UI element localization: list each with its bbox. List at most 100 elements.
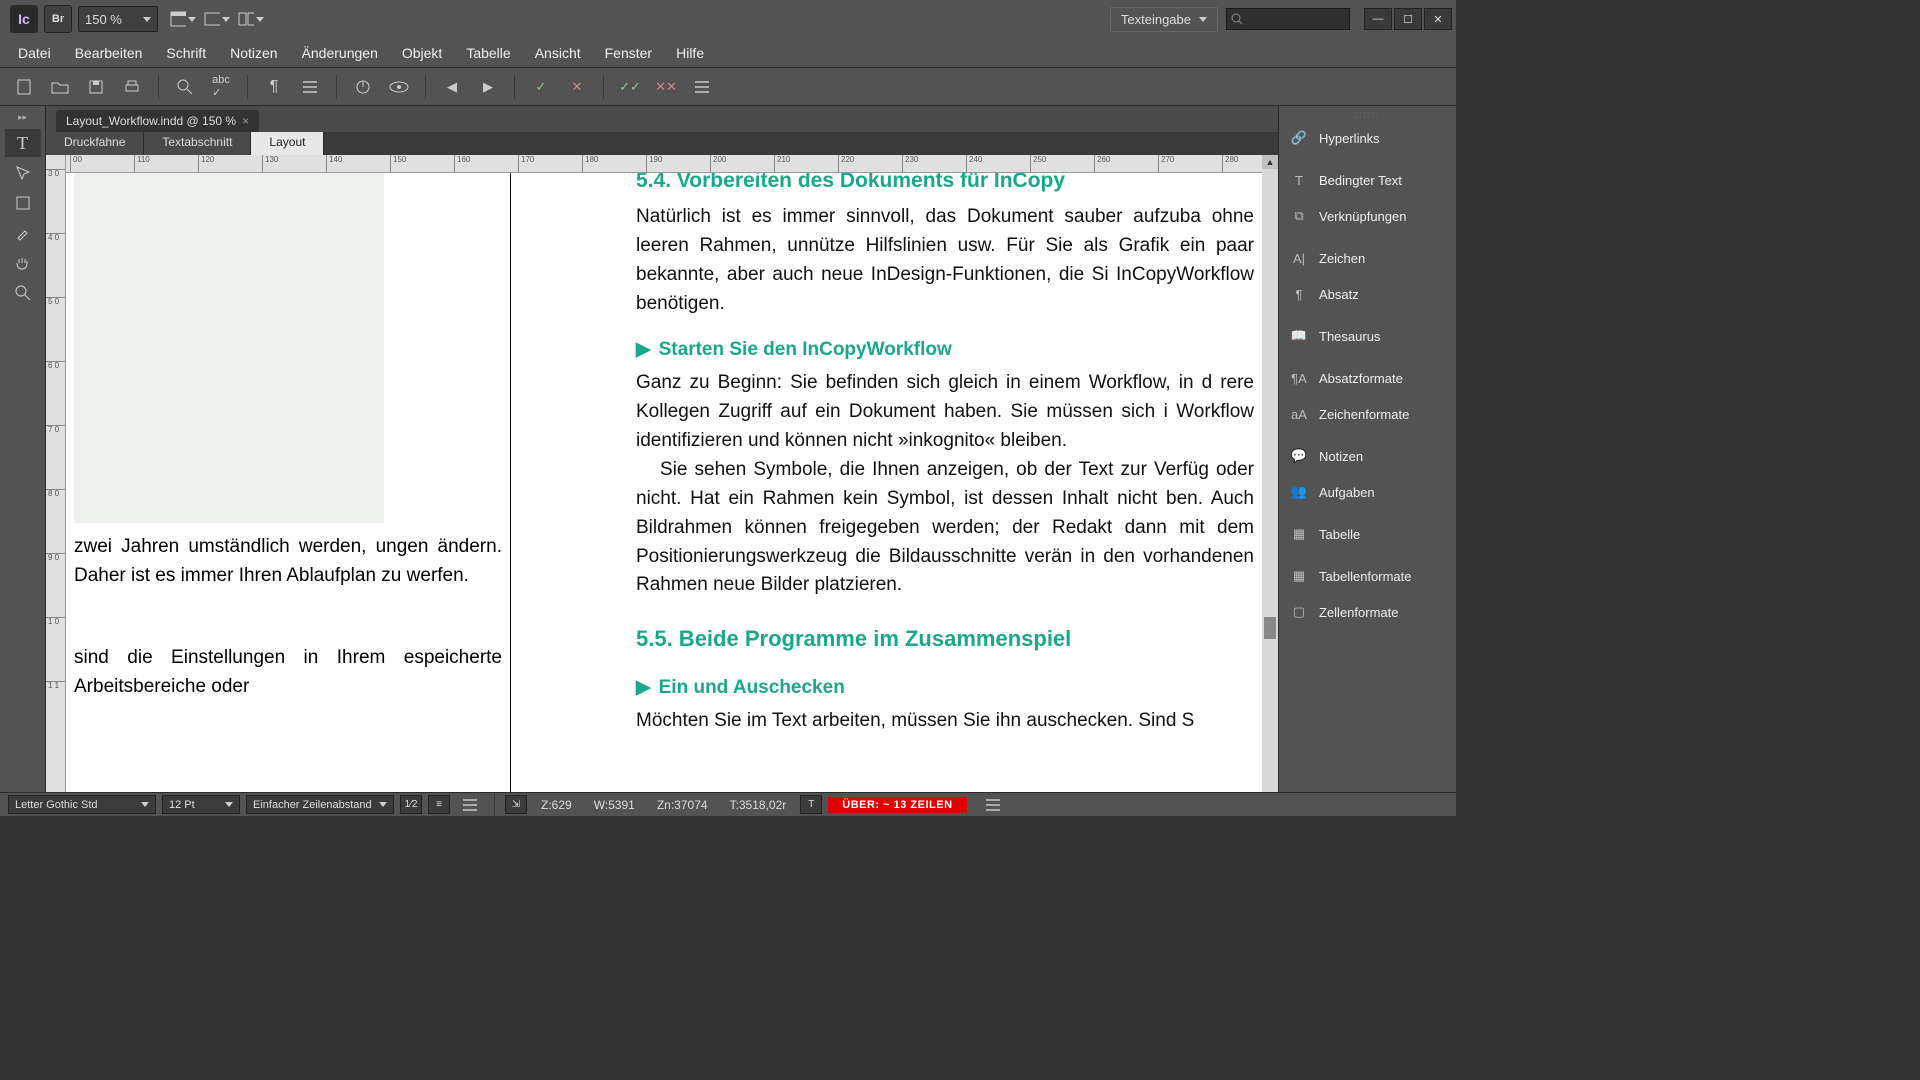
panel-character[interactable]: A|Zeichen — [1279, 240, 1456, 276]
vertical-scrollbar[interactable]: ▲ ▼ — [1262, 155, 1278, 816]
cellstyle-icon: ▢ — [1289, 604, 1309, 620]
panel-hyperlinks[interactable]: 🔗Hyperlinks — [1279, 120, 1456, 156]
panel-paragraph[interactable]: ¶Absatz — [1279, 276, 1456, 312]
image-placeholder — [74, 173, 384, 523]
next-icon[interactable]: ▶ — [474, 73, 502, 101]
font-dropdown[interactable]: Letter Gothic Std — [8, 795, 156, 814]
panel-notes[interactable]: 💬Notizen — [1279, 438, 1456, 474]
menu-hilfe[interactable]: Hilfe — [664, 39, 716, 67]
eyedropper-tool[interactable] — [5, 219, 41, 247]
menu-datei[interactable]: Datei — [6, 39, 63, 67]
view-tab-layout[interactable]: Layout — [251, 132, 324, 155]
body-text: Sie sehen Symbole, die Ihnen anzeigen, o… — [636, 456, 1254, 600]
collapse-handle[interactable]: ▸▸ — [18, 112, 27, 127]
find-icon[interactable] — [171, 73, 199, 101]
screen-mode-icon[interactable] — [204, 6, 230, 32]
menu-icon[interactable] — [688, 73, 716, 101]
menu-icon[interactable] — [979, 791, 1007, 819]
panel-table-styles[interactable]: ▦Tabellenformate — [1279, 558, 1456, 594]
minimize-button[interactable]: — — [1364, 8, 1392, 30]
new-icon[interactable] — [10, 73, 38, 101]
accept-icon[interactable]: ✓ — [527, 73, 555, 101]
search-input[interactable] — [1226, 8, 1350, 30]
panel-table[interactable]: ▦Tabelle — [1279, 516, 1456, 552]
menu-ansicht[interactable]: Ansicht — [523, 39, 593, 67]
pilcrow-icon[interactable]: ¶ — [260, 73, 288, 101]
cstyle-icon: aA — [1289, 406, 1309, 422]
body-text: Natürlich ist es immer sinnvoll, das Dok… — [636, 203, 1254, 319]
menu-icon[interactable] — [456, 791, 484, 819]
scroll-up-button[interactable]: ▲ — [1262, 155, 1278, 169]
menu-schrift[interactable]: Schrift — [154, 39, 218, 67]
chevron-down-icon — [1199, 17, 1207, 22]
menu-bearbeiten[interactable]: Bearbeiten — [63, 39, 155, 67]
prev-icon[interactable]: ◀ — [438, 73, 466, 101]
align-button[interactable]: ≡ — [428, 795, 450, 814]
status-zn: Zn:37074 — [649, 798, 716, 812]
panel-links[interactable]: ⧉Verknüpfungen — [1279, 198, 1456, 234]
menu-tabelle[interactable]: Tabelle — [454, 39, 522, 67]
position-tool[interactable] — [5, 159, 41, 187]
menu-notizen[interactable]: Notizen — [218, 39, 289, 67]
search-icon — [1231, 13, 1243, 25]
menu-aenderungen[interactable]: Änderungen — [290, 39, 390, 67]
body-text: zwei Jahren umständlich werden, ungen än… — [74, 533, 502, 590]
horizontal-ruler: 00 110 120 130 140 150 160 170 180 190 2… — [66, 155, 1262, 173]
save-icon[interactable] — [82, 73, 110, 101]
print-icon[interactable] — [118, 73, 146, 101]
control-strip: abc✓ ¶ ◀ ▶ ✓ ✕ ✓✓ ✕✕ — [0, 68, 1456, 106]
spellcheck-icon[interactable]: abc✓ — [207, 73, 235, 101]
pstyle-icon: ¶A — [1289, 370, 1309, 386]
app-logo: Ic — [10, 5, 38, 33]
zoom-value: 150 % — [85, 12, 122, 27]
menu-objekt[interactable]: Objekt — [390, 39, 454, 67]
close-icon[interactable]: × — [242, 114, 249, 128]
overset-warning: ÜBER: ~ 13 ZEILEN — [828, 797, 966, 813]
arrange-icon[interactable] — [238, 6, 264, 32]
tool-panel: ▸▸ T — [0, 106, 46, 816]
reject-all-icon[interactable]: ✕✕ — [652, 73, 680, 101]
view-tab-druckfahne[interactable]: Druckfahne — [46, 132, 144, 155]
eye-icon[interactable] — [385, 73, 413, 101]
dock-grip[interactable]: :::::: — [1279, 110, 1456, 120]
hand-tool[interactable] — [5, 249, 41, 277]
text-icon: T — [1289, 172, 1309, 188]
power-icon[interactable] — [349, 73, 377, 101]
panel-assignments[interactable]: 👥Aufgaben — [1279, 474, 1456, 510]
page-canvas[interactable]: zwei Jahren umständlich werden, ungen än… — [66, 173, 1262, 796]
zoom-tool[interactable] — [5, 279, 41, 307]
panel-character-styles[interactable]: aAZeichenformate — [1279, 396, 1456, 432]
character-icon: A| — [1289, 250, 1309, 266]
status-t: T:3518,02r — [722, 798, 795, 812]
panel-paragraph-styles[interactable]: ¶AAbsatzformate — [1279, 360, 1456, 396]
panel-conditional-text[interactable]: TBedingter Text — [1279, 162, 1456, 198]
reject-icon[interactable]: ✕ — [563, 73, 591, 101]
document-tab[interactable]: Layout_Workflow.indd @ 150 % × — [56, 110, 259, 132]
type-tool[interactable]: T — [5, 129, 41, 157]
book-icon: 📖 — [1289, 328, 1309, 344]
panel-cell-styles[interactable]: ▢Zellenformate — [1279, 594, 1456, 630]
menu-fenster[interactable]: Fenster — [593, 39, 664, 67]
bridge-button[interactable]: Br — [44, 5, 72, 33]
note-tool[interactable] — [5, 189, 41, 217]
menu-icon[interactable] — [296, 73, 324, 101]
heading: 5.5. Beide Programme im Zusammenspiel — [636, 622, 1254, 655]
body-text: sind die Einstellungen in Ihrem espeiche… — [74, 644, 502, 701]
view-options-icon[interactable] — [170, 6, 196, 32]
leading-dropdown[interactable]: Einfacher Zeilenabstand — [246, 795, 394, 814]
tablestyle-icon: ▦ — [1289, 568, 1309, 584]
zoom-dropdown[interactable]: 150 % — [78, 6, 158, 32]
maximize-button[interactable]: ☐ — [1394, 8, 1422, 30]
panel-thesaurus[interactable]: 📖Thesaurus — [1279, 318, 1456, 354]
copyfit-icon: ⇲ — [505, 795, 527, 814]
workspace-dropdown[interactable]: Texteingabe — [1110, 7, 1218, 32]
open-icon[interactable] — [46, 73, 74, 101]
accept-all-icon[interactable]: ✓✓ — [616, 73, 644, 101]
overset-indicator-icon: T — [800, 795, 822, 814]
close-button[interactable]: ✕ — [1424, 8, 1452, 30]
view-tab-textabschnitt[interactable]: Textabschnitt — [144, 132, 251, 155]
fraction-button[interactable]: 1⁄2 — [400, 795, 422, 814]
chevron-down-icon — [143, 17, 151, 22]
body-text: Möchten Sie im Text arbeiten, müssen Sie… — [636, 707, 1254, 736]
font-size-dropdown[interactable]: 12 Pt — [162, 795, 240, 814]
